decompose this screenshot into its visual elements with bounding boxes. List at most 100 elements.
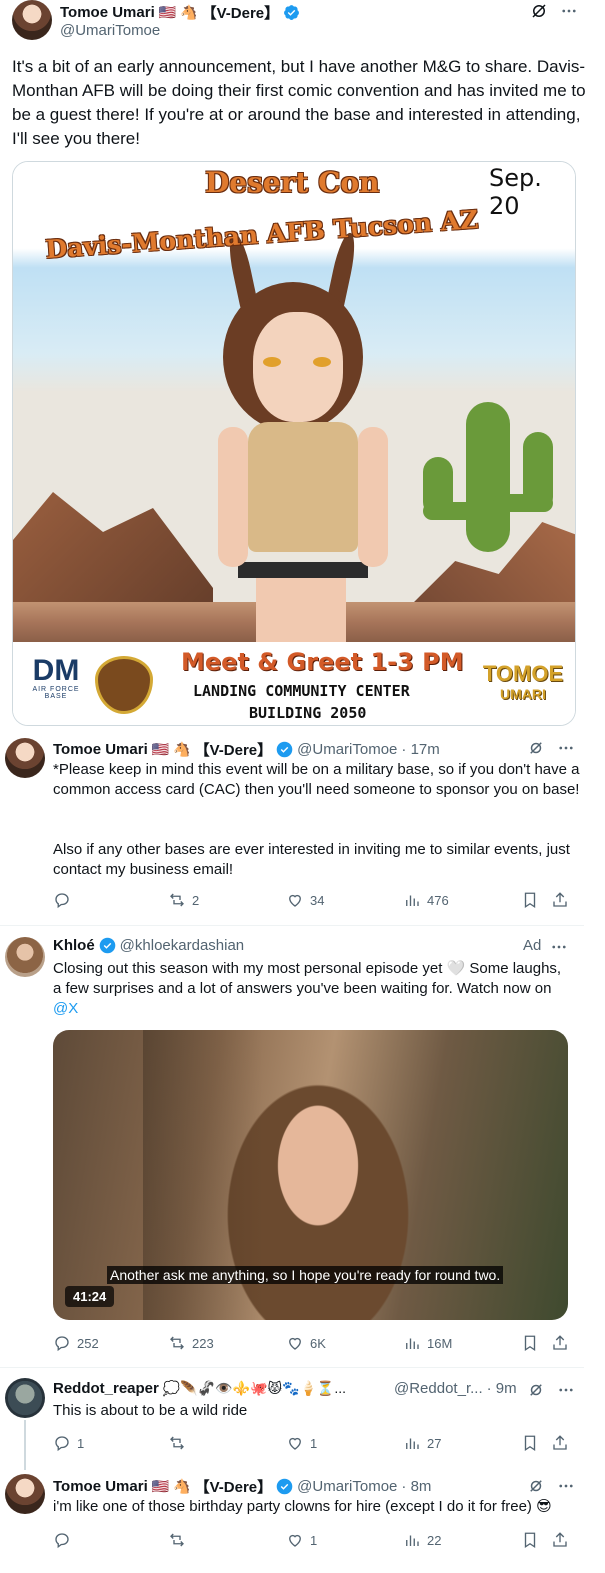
dm-logo-subtitle: AIR FORCE BASE: [32, 686, 80, 700]
event-title: Desert Con: [205, 166, 380, 199]
wing-emblem: [95, 656, 153, 714]
share-icon[interactable]: [551, 891, 569, 909]
location-line2: BUILDING 2050: [249, 704, 367, 722]
reply-icon: [55, 1436, 69, 1452]
reply-icon: [55, 893, 69, 909]
reply-count: 1: [77, 1435, 85, 1451]
views-button[interactable]: 22: [403, 1531, 441, 1549]
divider: [0, 925, 584, 926]
tweet-text: This is about to be a wild ride: [53, 1402, 248, 1419]
horse-icon: 🐴: [180, 4, 198, 20]
views-button[interactable]: 476: [403, 891, 449, 909]
heart-icon: [289, 1437, 301, 1450]
verified-badge-icon: [276, 741, 293, 758]
grok-icon[interactable]: [527, 1477, 545, 1495]
reply-button[interactable]: [53, 891, 77, 909]
repost-icon: [170, 1533, 184, 1547]
like-count: 6K: [310, 1335, 326, 1351]
repost-button[interactable]: 2: [168, 891, 199, 909]
avatar[interactable]: [12, 0, 52, 40]
avatar[interactable]: [5, 1474, 45, 1514]
event-date: Sep. 20: [489, 164, 542, 220]
like-button[interactable]: 6K: [286, 1334, 326, 1352]
views-count: 476: [427, 892, 449, 908]
reply-button[interactable]: [53, 1531, 77, 1549]
share-icon[interactable]: [551, 1531, 569, 1549]
bookmark-icon[interactable]: [521, 1434, 539, 1452]
author-handle[interactable]: @khloekardashian: [120, 937, 244, 954]
author-handle[interactable]: @UmariTomoe: [297, 1478, 397, 1495]
verified-badge-icon: [284, 5, 300, 20]
divider: [0, 1367, 584, 1368]
author-emojis: 💭🪶🦨👁️⚜️🐙😾🐾🍦⏳...: [162, 1380, 347, 1396]
avatar[interactable]: [5, 738, 45, 778]
timestamp[interactable]: · 8m: [401, 1478, 431, 1495]
views-count: 16M: [427, 1335, 453, 1351]
views-button[interactable]: 16M: [403, 1334, 452, 1352]
ad-text: Closing out this season with my most per…: [53, 959, 573, 1019]
like-count: 34: [310, 892, 325, 908]
views-icon: [406, 1338, 419, 1349]
repost-count: 2: [192, 892, 200, 908]
like-button[interactable]: 1: [286, 1434, 317, 1452]
bookmark-icon[interactable]: [521, 1334, 539, 1352]
grok-icon[interactable]: [527, 739, 545, 757]
more-icon[interactable]: [557, 1381, 575, 1399]
repost-count: 223: [192, 1335, 214, 1351]
views-icon: [406, 1535, 419, 1546]
repost-button[interactable]: [168, 1434, 192, 1452]
views-button[interactable]: 27: [403, 1434, 441, 1452]
more-icon[interactable]: [557, 1477, 575, 1495]
author-handle[interactable]: @UmariTomoe: [297, 741, 397, 758]
reply-icon: [55, 1533, 69, 1549]
avatar[interactable]: [5, 937, 45, 977]
like-count: 1: [310, 1532, 318, 1548]
tweet-image[interactable]: Desert Con Davis-Monthan AFB Tucson AZ S…: [12, 161, 576, 726]
author-handle[interactable]: @Reddot_r...: [394, 1380, 483, 1397]
author-name[interactable]: Reddot_reaper: [53, 1380, 159, 1397]
tweet-text: It's a bit of an early announcement, but…: [12, 57, 586, 148]
author-handle[interactable]: @UmariTomoe: [60, 22, 160, 39]
tomoe-logo: TOMOE: [482, 661, 564, 686]
reply-button[interactable]: 252: [53, 1334, 99, 1352]
more-icon[interactable]: [560, 2, 578, 20]
cactus-illustration: [423, 402, 553, 552]
reply-button[interactable]: 1: [53, 1434, 84, 1452]
like-count: 1: [310, 1435, 318, 1451]
author-name[interactable]: Tomoe Umari: [60, 4, 155, 21]
author-name[interactable]: Khloé: [53, 937, 95, 954]
repost-icon: [170, 1336, 184, 1350]
views-count: 22: [427, 1532, 442, 1548]
author-tag[interactable]: 【V-Dere】: [195, 1476, 273, 1497]
more-icon[interactable]: [557, 739, 575, 757]
horse-icon: 🐴: [173, 1478, 191, 1494]
views-icon: [406, 1438, 419, 1449]
timestamp[interactable]: · 9m: [487, 1380, 517, 1397]
author-name[interactable]: Tomoe Umari: [53, 1478, 148, 1495]
repost-button[interactable]: [168, 1531, 192, 1549]
author-tag[interactable]: 【V-Dere】: [195, 739, 273, 760]
author-tag[interactable]: 【V-Dere】: [202, 2, 280, 23]
avatar[interactable]: [5, 1378, 45, 1418]
thread-line: [24, 1420, 26, 1470]
mention-link[interactable]: @X: [53, 1000, 78, 1017]
tomoe-logo-sub: UMARI: [500, 686, 546, 702]
like-button[interactable]: 34: [286, 891, 324, 909]
reply-count: 252: [77, 1335, 99, 1351]
grok-icon[interactable]: [530, 2, 548, 20]
share-icon[interactable]: [551, 1434, 569, 1452]
heart-icon: [289, 1534, 301, 1547]
repost-button[interactable]: 223: [168, 1334, 214, 1352]
video-player[interactable]: Another ask me anything, so I hope you'r…: [53, 1030, 568, 1320]
grok-icon[interactable]: [527, 1381, 545, 1399]
share-icon[interactable]: [551, 1334, 569, 1352]
author-name[interactable]: Tomoe Umari: [53, 741, 148, 758]
more-icon[interactable]: [550, 938, 568, 956]
bookmark-icon[interactable]: [521, 891, 539, 909]
timestamp[interactable]: · 17m: [401, 741, 439, 758]
like-button[interactable]: 1: [286, 1531, 317, 1549]
bookmark-icon[interactable]: [521, 1531, 539, 1549]
meet-greet-text: Meet & Greet 1-3 PM: [181, 648, 464, 676]
video-duration: 41:24: [65, 1286, 115, 1307]
reply-paragraph: Also if any other bases are ever interes…: [53, 841, 570, 878]
